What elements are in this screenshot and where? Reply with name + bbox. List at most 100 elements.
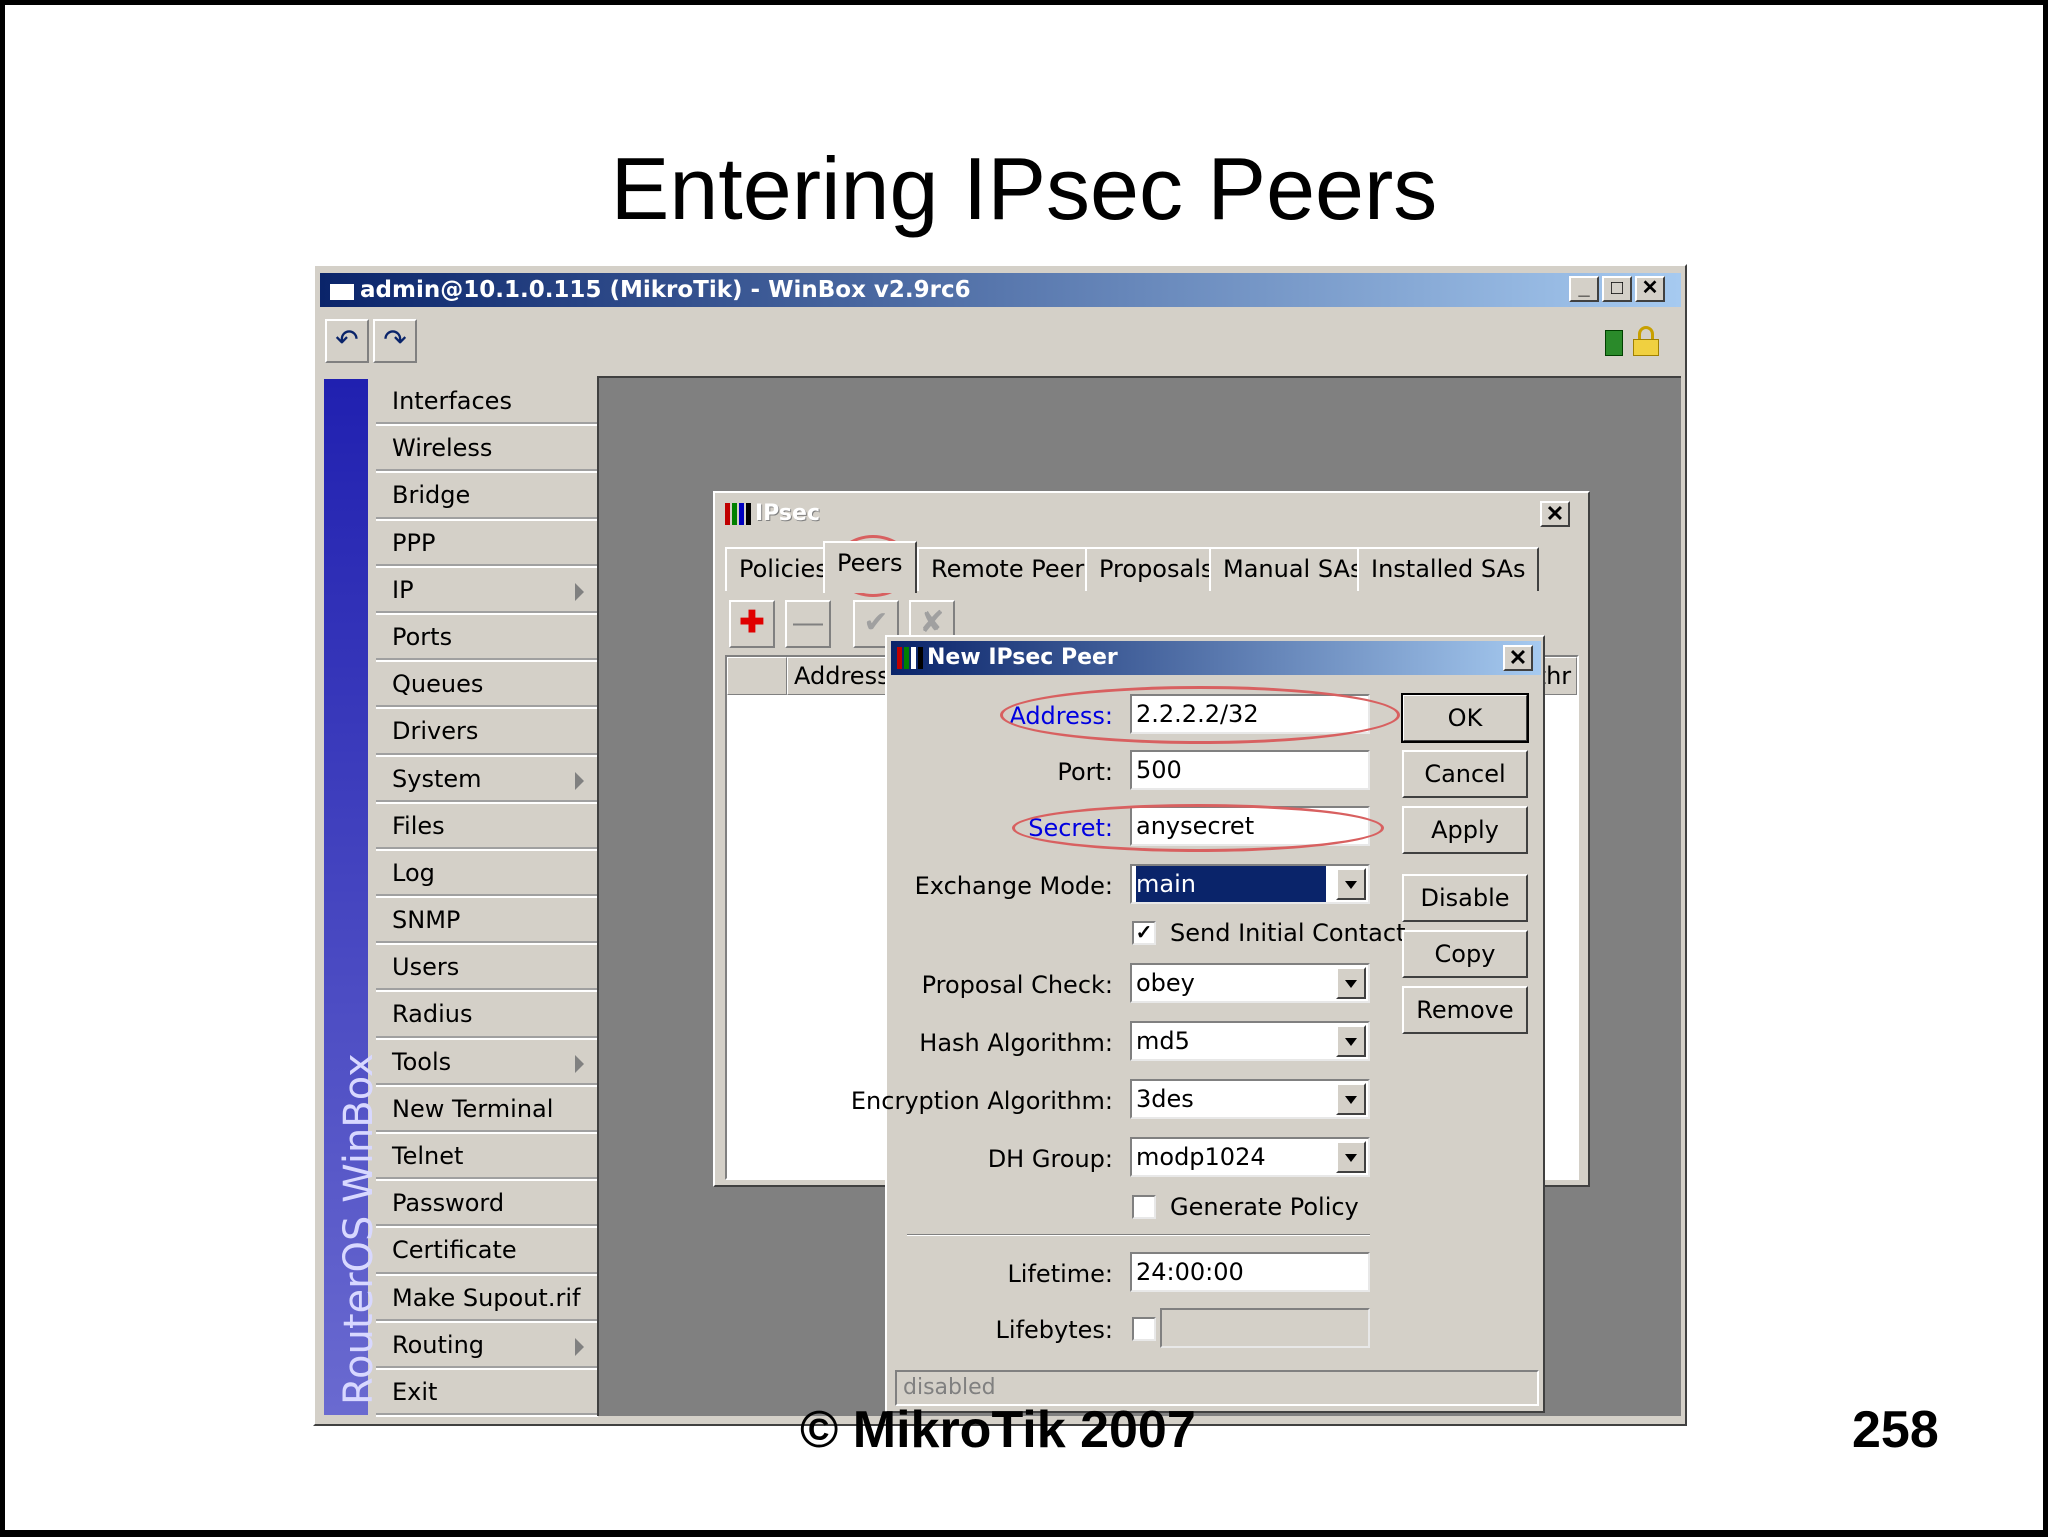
menu-item-wireless[interactable]: Wireless — [376, 426, 598, 474]
menu-item-users[interactable]: Users — [376, 945, 598, 993]
ok-button[interactable]: OK — [1401, 693, 1529, 743]
menu-item-make-supout-rif[interactable]: Make Supout.rif — [376, 1276, 598, 1323]
lifebytes-checkbox[interactable] — [1132, 1317, 1156, 1341]
exchange-mode-select[interactable]: main — [1130, 864, 1370, 904]
slide-footer: © MikroTik 2007 — [800, 1401, 1196, 1459]
menu-item-ip[interactable]: IP — [376, 568, 598, 615]
tab-manual-sas[interactable]: Manual SAs — [1209, 547, 1377, 591]
chevron-down-icon[interactable] — [1336, 1025, 1366, 1057]
maximize-button[interactable]: □ — [1602, 276, 1632, 302]
menu-item-exit[interactable]: Exit — [376, 1370, 598, 1418]
port-field[interactable]: 500 — [1130, 750, 1370, 790]
address-label: Address: — [1009, 702, 1113, 730]
menu-item-files[interactable]: Files — [376, 804, 598, 851]
slide-page-number: 258 — [1852, 1401, 1939, 1459]
copy-button[interactable]: Copy — [1402, 930, 1528, 978]
dh-group-select[interactable]: modp1024 — [1130, 1137, 1370, 1177]
menu-item-certificate[interactable]: Certificate — [376, 1228, 598, 1276]
chevron-down-icon[interactable] — [1336, 1141, 1366, 1173]
hash-algorithm-select[interactable]: md5 — [1130, 1021, 1370, 1061]
chevron-right-icon — [575, 771, 584, 790]
add-icon[interactable]: ✚ — [729, 600, 775, 648]
menu-item-routing[interactable]: Routing — [376, 1323, 598, 1370]
chevron-down-icon[interactable] — [1336, 868, 1366, 900]
menu-item-snmp[interactable]: SNMP — [376, 898, 598, 946]
port-label: Port: — [1057, 758, 1113, 786]
peer-title-bar[interactable]: New IPsec Peer — [891, 641, 1541, 675]
menu-item-label: Wireless — [392, 434, 493, 463]
tab-peers[interactable]: Peers — [823, 541, 917, 593]
slide-title: Entering IPsec Peers — [610, 139, 1438, 238]
undo-icon[interactable]: ↶ — [325, 319, 369, 363]
disable-button[interactable]: Disable — [1402, 874, 1528, 922]
brand-sidebar: RouterOS WinBox — [324, 379, 382, 1415]
mikrotik-icon — [725, 503, 751, 525]
main-menu: Interfaces Wireless Bridge PPP IP Ports Queues… — [376, 379, 598, 1418]
hash-algorithm-label: Hash Algorithm: — [919, 1029, 1113, 1057]
menu-item-ports[interactable]: Ports — [376, 615, 598, 663]
encryption-algorithm-value: 3des — [1136, 1085, 1194, 1113]
menu-item-ppp[interactable]: PPP — [376, 521, 598, 568]
menu-item-bridge[interactable]: Bridge — [376, 473, 598, 521]
redo-icon[interactable]: ↷ — [373, 319, 417, 363]
send-initial-contact-label: Send Initial Contact — [1170, 919, 1406, 947]
menu-item-tools[interactable]: Tools — [376, 1040, 598, 1087]
remove-icon[interactable]: — — [785, 600, 831, 648]
minimize-button[interactable]: _ — [1569, 276, 1599, 302]
tab-installed-sas[interactable]: Installed SAs — [1357, 547, 1540, 591]
encryption-algorithm-select[interactable]: 3des — [1130, 1079, 1370, 1119]
menu-item-label: Bridge — [392, 481, 471, 510]
chevron-down-icon[interactable] — [1336, 1083, 1366, 1115]
close-button[interactable]: ✕ — [1635, 276, 1665, 302]
proposal-check-select[interactable]: obey — [1130, 963, 1370, 1003]
proposal-check-value: obey — [1136, 969, 1195, 997]
window-icon — [330, 284, 354, 300]
secret-label: Secret: — [1028, 814, 1113, 842]
exchange-mode-label: Exchange Mode: — [914, 872, 1113, 900]
chevron-right-icon — [575, 1337, 584, 1356]
connection-status-icon — [1605, 330, 1623, 356]
menu-item-label: New Terminal — [392, 1094, 554, 1123]
apply-button[interactable]: Apply — [1402, 806, 1528, 854]
ipsec-close-button[interactable]: ✕ — [1540, 501, 1570, 527]
menu-item-telnet[interactable]: Telnet — [376, 1134, 598, 1182]
address-field[interactable]: 2.2.2.2/32 — [1130, 694, 1370, 734]
menu-item-label: Exit — [392, 1377, 438, 1406]
lifetime-label: Lifetime: — [1007, 1260, 1113, 1288]
lifetime-field[interactable]: 24:00:00 — [1130, 1252, 1370, 1292]
menu-item-queues[interactable]: Queues — [376, 662, 598, 710]
menu-item-interfaces[interactable]: Interfaces — [376, 379, 598, 427]
menu-item-label: SNMP — [392, 906, 461, 935]
menu-item-log[interactable]: Log — [376, 851, 598, 899]
generate-policy-checkbox[interactable] — [1132, 1195, 1156, 1219]
lifebytes-field[interactable] — [1160, 1308, 1370, 1348]
menu-item-label: Tools — [392, 1047, 452, 1076]
menu-item-radius[interactable]: Radius — [376, 992, 598, 1040]
winbox-title-bar[interactable]: admin@10.1.0.115 (MikroTik) - WinBox v2.… — [320, 273, 1681, 307]
chevron-down-icon[interactable] — [1336, 967, 1366, 999]
tab-proposals[interactable]: Proposals — [1085, 547, 1228, 591]
menu-item-new-terminal[interactable]: New Terminal — [376, 1087, 598, 1134]
ipsec-title-bar[interactable]: IPsec — [719, 497, 1584, 531]
menu-item-label: Drivers — [392, 717, 479, 746]
menu-item-drivers[interactable]: Drivers — [376, 709, 598, 757]
exchange-mode-value: main — [1136, 866, 1326, 902]
remove-button[interactable]: Remove — [1402, 986, 1528, 1034]
cancel-button[interactable]: Cancel — [1402, 750, 1528, 798]
menu-item-system[interactable]: System — [376, 757, 598, 804]
menu-item-label: Interfaces — [392, 387, 512, 415]
menu-item-password[interactable]: Password — [376, 1181, 598, 1229]
secret-field[interactable]: anysecret — [1130, 806, 1370, 846]
send-initial-contact-checkbox[interactable]: ✓ — [1132, 921, 1156, 945]
peer-close-button[interactable]: ✕ — [1503, 645, 1533, 671]
menu-item-label: IP — [392, 575, 414, 604]
menu-item-label: Routing — [392, 1330, 485, 1359]
menu-item-label: Password — [392, 1189, 505, 1218]
menu-item-label: Make Supout.rif — [392, 1283, 581, 1312]
menu-item-label: Certificate — [392, 1236, 517, 1265]
menu-item-label: PPP — [392, 528, 436, 557]
winbox-title: admin@10.1.0.115 (MikroTik) - WinBox v2.… — [360, 277, 971, 303]
tab-remote-peers[interactable]: Remote Peers — [917, 547, 1111, 591]
encryption-algorithm-label: Encryption Algorithm: — [850, 1087, 1113, 1115]
generate-policy-label: Generate Policy — [1170, 1193, 1359, 1221]
